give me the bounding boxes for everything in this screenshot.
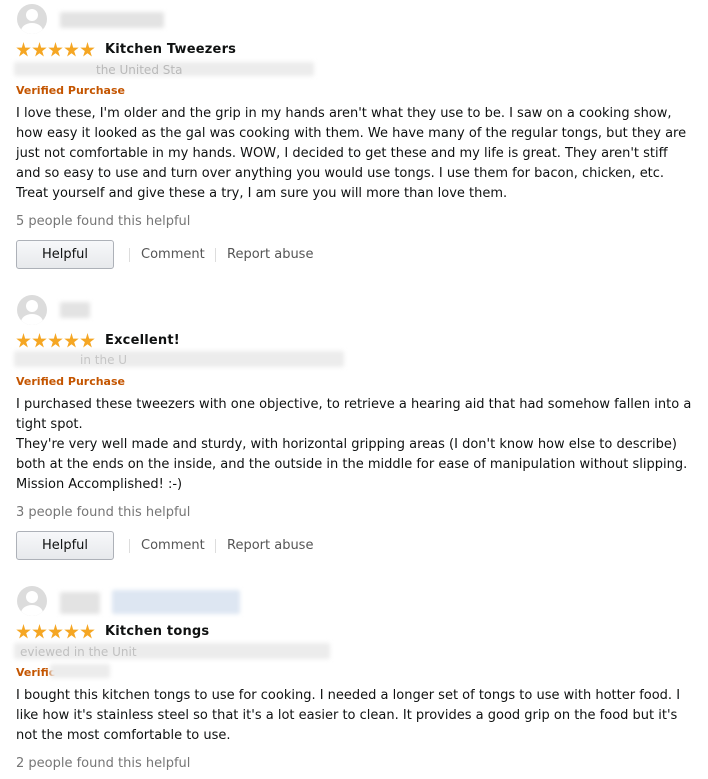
star-icon xyxy=(80,42,95,57)
reviewer-link-redacted xyxy=(112,590,240,614)
star-icon xyxy=(32,624,47,639)
reviewer-name-redacted xyxy=(60,302,90,318)
divider xyxy=(215,248,216,262)
badge-redacted xyxy=(50,664,110,678)
helpful-button[interactable]: Helpful xyxy=(16,531,114,560)
star-icon xyxy=(16,333,31,348)
review-date: the United Sta xyxy=(96,63,183,77)
divider xyxy=(129,539,130,553)
star-rating xyxy=(16,333,95,349)
star-icon xyxy=(48,42,63,57)
review-body: I purchased these tweezers with one obje… xyxy=(16,397,692,492)
review-title[interactable]: Kitchen Tweezers xyxy=(105,42,236,57)
star-icon xyxy=(80,333,95,348)
divider xyxy=(129,248,130,262)
helpful-count: 2 people found this helpful xyxy=(16,756,191,771)
star-icon xyxy=(64,42,79,57)
verified-purchase-badge: Verified Purchase xyxy=(16,84,125,97)
report-abuse-link[interactable]: Report abuse xyxy=(227,247,313,262)
star-icon xyxy=(16,42,31,57)
star-rating xyxy=(16,42,95,58)
star-icon xyxy=(64,624,79,639)
helpful-count: 5 people found this helpful xyxy=(16,214,191,229)
report-abuse-link[interactable]: Report abuse xyxy=(227,538,313,553)
avatar-icon xyxy=(17,586,47,616)
reviewer-name-redacted xyxy=(60,592,100,614)
avatar-icon xyxy=(17,4,47,34)
star-icon xyxy=(48,624,63,639)
star-rating xyxy=(16,624,95,640)
divider xyxy=(215,539,216,553)
reviewer-name-redacted xyxy=(60,12,164,28)
star-icon xyxy=(16,624,31,639)
avatar-icon xyxy=(17,295,47,325)
star-icon xyxy=(32,42,47,57)
review-body: I bought this kitchen tongs to use for c… xyxy=(16,688,681,743)
star-icon xyxy=(64,333,79,348)
star-icon xyxy=(32,333,47,348)
review-title[interactable]: Excellent! xyxy=(105,333,180,348)
review-title[interactable]: Kitchen tongs xyxy=(105,624,209,639)
review-date: in the U xyxy=(80,353,128,367)
star-icon xyxy=(48,333,63,348)
comment-link[interactable]: Comment xyxy=(141,538,205,553)
comment-link[interactable]: Comment xyxy=(141,247,205,262)
helpful-button[interactable]: Helpful xyxy=(16,240,114,269)
review-date-redacted xyxy=(14,351,344,367)
review-date: eviewed in the Unit xyxy=(20,645,137,659)
helpful-count: 3 people found this helpful xyxy=(16,505,191,520)
star-icon xyxy=(80,624,95,639)
verified-purchase-badge: Verified Purchase xyxy=(16,375,125,388)
review-body: I love these, I'm older and the grip in … xyxy=(16,106,687,201)
